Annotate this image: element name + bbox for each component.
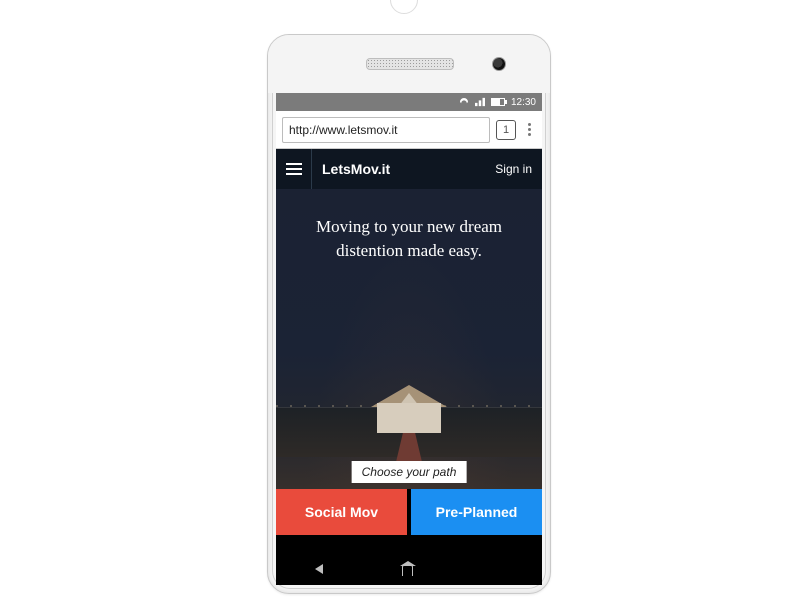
phone-front-camera xyxy=(492,57,506,71)
nav-back-icon[interactable] xyxy=(315,564,323,574)
url-bar[interactable]: http://www.letsmov.it xyxy=(282,117,490,143)
phone-speaker xyxy=(366,58,454,70)
social-mov-button[interactable]: Social Mov xyxy=(276,489,407,535)
choose-path-label: Choose your path xyxy=(352,461,467,483)
phone-mockup: 12:30 http://www.letsmov.it 1 LetsMov.it… xyxy=(267,34,551,594)
nav-recent-placeholder xyxy=(492,564,503,575)
network-icon xyxy=(459,97,469,107)
app-header: LetsMov.it Sign in xyxy=(276,149,542,189)
phone-bezel-top xyxy=(268,35,550,93)
android-status-bar: 12:30 xyxy=(276,93,542,111)
browser-menu-icon[interactable] xyxy=(522,123,536,136)
hero-headline: Moving to your new dream distention made… xyxy=(276,189,542,263)
sign-in-link[interactable]: Sign in xyxy=(495,162,532,176)
android-nav-bar xyxy=(276,553,542,585)
hamburger-menu-icon[interactable] xyxy=(286,149,312,189)
page-top-circle xyxy=(390,0,418,14)
status-time: 12:30 xyxy=(511,97,536,108)
phone-screen: 12:30 http://www.letsmov.it 1 LetsMov.it… xyxy=(276,93,542,585)
signal-icon xyxy=(475,97,485,107)
pre-planned-button[interactable]: Pre-Planned xyxy=(411,489,542,535)
battery-icon xyxy=(491,98,505,106)
hero-house xyxy=(371,385,447,433)
browser-chrome: http://www.letsmov.it 1 xyxy=(276,111,542,149)
tab-count-button[interactable]: 1 xyxy=(496,120,516,140)
app-brand[interactable]: LetsMov.it xyxy=(322,161,390,177)
action-buttons: Social Mov Pre-Planned xyxy=(276,489,542,535)
hero-section: Moving to your new dream distention made… xyxy=(276,189,542,489)
nav-home-icon[interactable] xyxy=(402,565,413,576)
